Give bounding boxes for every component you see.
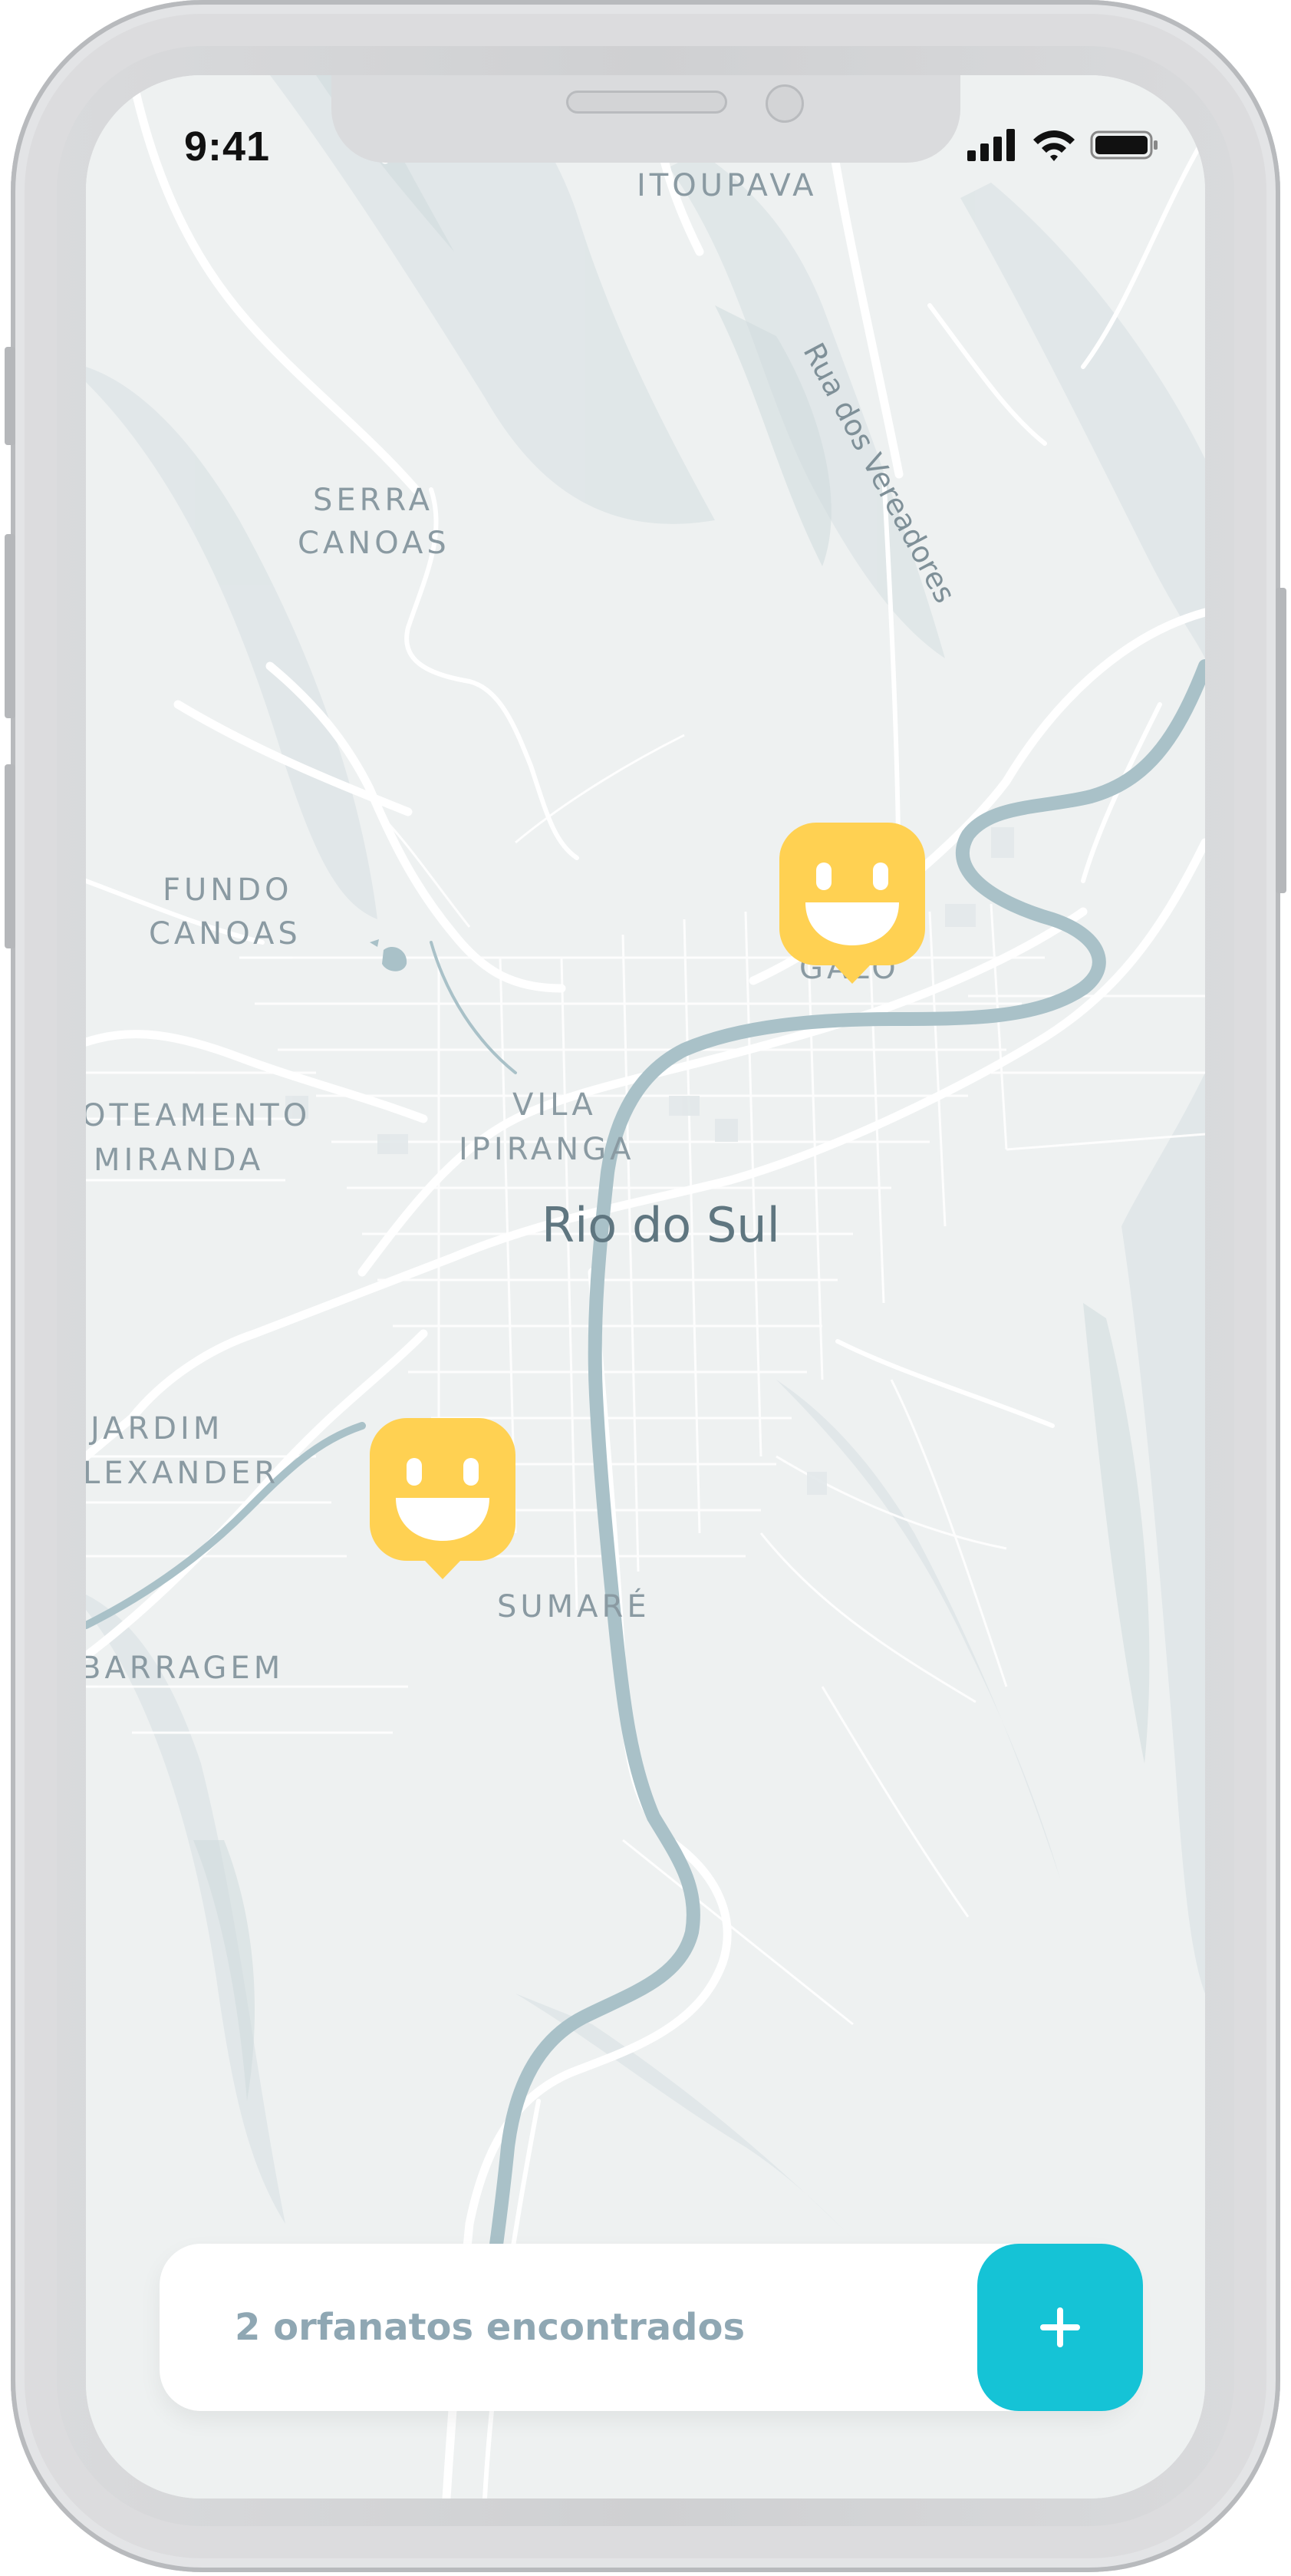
map-label-canoas: CANOAS: [298, 526, 450, 561]
map-label-vila: VILA: [512, 1087, 597, 1123]
plus-icon: [1040, 2307, 1080, 2347]
mute-switch: [5, 347, 15, 445]
map-view[interactable]: [86, 75, 1205, 2498]
volume-up-button: [5, 534, 15, 718]
map-label-city: Rio do Sul: [542, 1197, 780, 1253]
map-label-itoupava: ITOUPAVA: [637, 168, 818, 203]
add-orphanage-button[interactable]: [977, 2244, 1143, 2411]
battery-icon: [1090, 130, 1158, 160]
map-label-barragem: BARRAGEM: [86, 1651, 285, 1686]
map-label-canoas-2: CANOAS: [149, 916, 301, 952]
map-label-ipiranga: IPIRANGA: [459, 1132, 635, 1167]
power-button: [1276, 588, 1286, 893]
map-label-loteamento: OTEAMENTO: [86, 1098, 311, 1133]
speaker-grille: [566, 91, 727, 114]
status-bar-time: 9:41: [184, 124, 271, 170]
map-label-sumare: SUMARÉ: [497, 1589, 650, 1624]
front-camera: [766, 84, 804, 123]
cellular-signal-icon: [967, 129, 1015, 161]
map-label-miranda: MIRANDA: [94, 1143, 265, 1178]
status-bar-icons: [967, 129, 1159, 161]
wifi-icon: [1033, 130, 1075, 161]
map-label-fundo: FUNDO: [163, 872, 293, 908]
smiley-marker-icon: [779, 823, 925, 984]
map-label-jardim: JARDIM: [91, 1411, 224, 1446]
volume-down-button: [5, 764, 15, 948]
app-screen: 9:41 ITOUPAVA SERRA CANOAS FUNDO CANOAS …: [86, 75, 1205, 2498]
orphanage-marker-2[interactable]: [370, 1418, 515, 1579]
orphanage-marker-1[interactable]: [779, 823, 925, 984]
map-label-serra: SERRA: [313, 483, 433, 518]
map-label-alexander: LEXANDER: [86, 1456, 280, 1491]
smiley-marker-icon: [370, 1418, 515, 1579]
notch: [331, 75, 960, 163]
orphanage-count-text: 2 orfanatos encontrados: [235, 2306, 746, 2349]
